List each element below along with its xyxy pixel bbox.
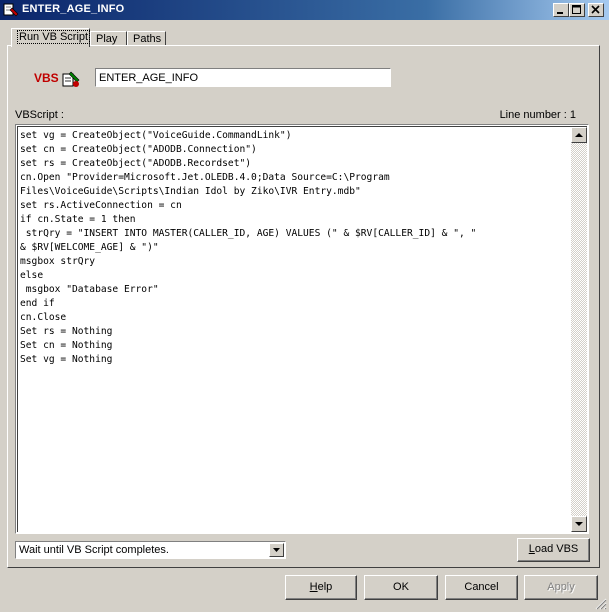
minimize-button[interactable]: [553, 3, 569, 17]
scroll-up-button[interactable]: [571, 127, 587, 143]
vbs-logo-text: VBS: [34, 71, 59, 85]
wait-option-select[interactable]: Wait until VB Script completes.: [15, 541, 286, 559]
arrow-down-icon: [575, 522, 583, 526]
tab-label: Play: [96, 33, 118, 45]
vbs-logo: VBS: [34, 70, 84, 88]
tab-label: Run VB Script: [17, 30, 91, 44]
help-button[interactable]: Help: [285, 575, 357, 600]
tab-paths[interactable]: Paths: [127, 31, 166, 46]
close-button[interactable]: [588, 3, 604, 17]
tab-label: Paths: [133, 33, 162, 45]
maximize-button[interactable]: [569, 3, 585, 17]
apply-button[interactable]: Apply: [524, 575, 598, 600]
vbscript-code[interactable]: set vg = CreateObject("VoiceGuide.Comman…: [20, 129, 570, 367]
window-title: ENTER_AGE_INFO: [22, 3, 125, 15]
cancel-button[interactable]: Cancel: [445, 575, 518, 600]
arrow-up-icon: [575, 133, 583, 137]
script-icon: [62, 71, 80, 87]
vertical-scrollbar[interactable]: [571, 127, 587, 532]
script-name-input[interactable]: [95, 68, 391, 87]
minimize-icon: [557, 12, 563, 14]
app-icon[interactable]: [3, 2, 19, 18]
vbscript-label: VBScript :: [15, 109, 64, 121]
dropdown-button[interactable]: [269, 543, 284, 557]
chevron-down-icon: [273, 548, 280, 552]
scroll-down-button[interactable]: [571, 516, 587, 532]
close-icon: [591, 5, 600, 14]
vbscript-editor[interactable]: set vg = CreateObject("VoiceGuide.Comman…: [15, 124, 589, 534]
resize-grip-icon[interactable]: [595, 598, 607, 610]
tab-play[interactable]: Play: [90, 31, 127, 46]
tab-run-vb-script[interactable]: Run VB Script: [11, 28, 91, 47]
load-vbs-button[interactable]: Load VBS: [517, 538, 590, 562]
maximize-icon: [572, 5, 581, 14]
ok-button[interactable]: OK: [364, 575, 438, 600]
title-bar[interactable]: ENTER_AGE_INFO: [0, 0, 609, 20]
wait-option-value: Wait until VB Script completes.: [19, 544, 169, 556]
line-number-indicator: Line number : 1: [499, 109, 576, 121]
